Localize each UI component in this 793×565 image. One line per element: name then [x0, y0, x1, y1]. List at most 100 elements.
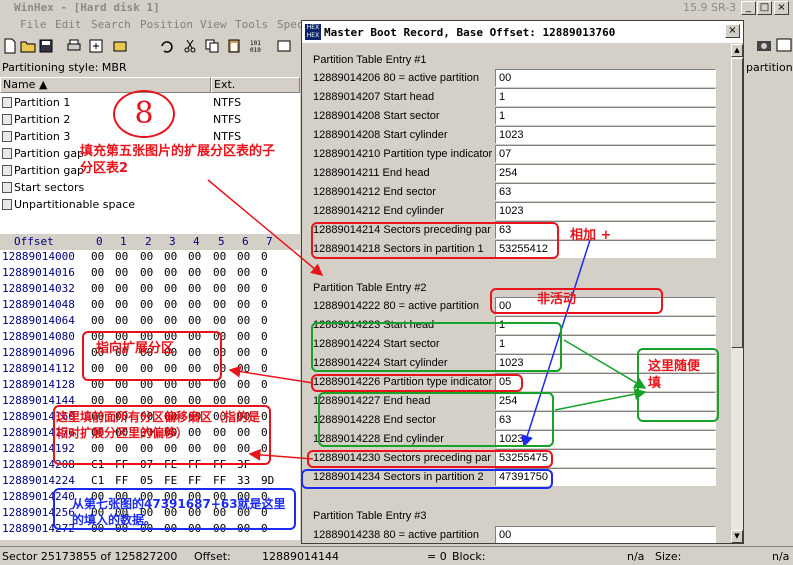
hex-row[interactable]: 12889014048 00 00 00 00 00 00 00 0	[0, 298, 300, 314]
field-input[interactable]: 1	[495, 88, 716, 106]
hex-byte[interactable]: 00	[237, 362, 250, 375]
hex-byte[interactable]: 00	[91, 250, 104, 263]
camera-icon[interactable]	[756, 38, 772, 52]
scroll-down-icon[interactable]: ▼	[731, 530, 743, 543]
hex-byte[interactable]: 00	[188, 282, 201, 295]
minimize-button[interactable]: _	[741, 1, 756, 15]
hex-byte[interactable]: 0	[261, 250, 268, 263]
copy-icon[interactable]	[204, 38, 220, 54]
cut-icon[interactable]	[182, 38, 198, 54]
hex-row[interactable]: 12889014016 00 00 00 00 00 00 00 0	[0, 266, 300, 282]
list-item[interactable]: Unpartitionable space	[0, 196, 300, 213]
hex-byte[interactable]: 00	[164, 298, 177, 311]
hex-byte[interactable]: 00	[188, 314, 201, 327]
hex-byte[interactable]: 00	[237, 314, 250, 327]
hex-byte[interactable]: 00	[213, 266, 226, 279]
hex-byte[interactable]: 00	[115, 282, 128, 295]
menu-file[interactable]: File	[20, 18, 47, 31]
field-input[interactable]: 254	[495, 164, 716, 182]
hex-byte[interactable]: 00	[237, 250, 250, 263]
hex-byte[interactable]: 00	[188, 250, 201, 263]
menu-view[interactable]: View	[200, 18, 227, 31]
hex-byte[interactable]: 00	[213, 250, 226, 263]
hex-byte[interactable]: 00	[91, 298, 104, 311]
hex-byte[interactable]: 00	[140, 298, 153, 311]
hex-byte[interactable]: 00	[115, 250, 128, 263]
maximize-button[interactable]: □	[757, 1, 772, 15]
hex-byte[interactable]: 00	[237, 346, 250, 359]
dialog-close-button[interactable]: ×	[725, 24, 740, 38]
menu-edit[interactable]: Edit	[55, 18, 82, 31]
undo-icon[interactable]	[158, 38, 174, 54]
scroll-up-icon[interactable]: ▲	[731, 44, 743, 57]
hex-byte[interactable]: 00	[140, 266, 153, 279]
hex-row[interactable]: 12889014000 00 00 00 00 00 00 00 0	[0, 250, 300, 266]
hex-byte[interactable]: FF	[115, 474, 128, 487]
hex-byte[interactable]: FF	[213, 474, 226, 487]
list-item[interactable]: Start sectors	[0, 179, 300, 196]
close-button[interactable]: ×	[774, 1, 789, 15]
hex-byte[interactable]: 0	[261, 378, 268, 391]
hex-byte[interactable]: 00	[237, 330, 250, 343]
hex-row[interactable]: 12889014064 00 00 00 00 00 00 00 0	[0, 314, 300, 330]
paste-icon[interactable]	[226, 38, 242, 54]
column-header-ext[interactable]: Ext.	[211, 77, 300, 93]
hex-byte[interactable]: 00	[91, 314, 104, 327]
properties-icon[interactable]	[88, 38, 104, 54]
hex-byte[interactable]: FF	[188, 474, 201, 487]
hex-byte[interactable]: 00	[213, 298, 226, 311]
print-icon[interactable]	[66, 38, 82, 54]
column-header-name[interactable]: Name ▲	[0, 77, 211, 93]
hex-byte[interactable]: 9D	[261, 474, 274, 487]
hex-byte[interactable]: 00	[164, 314, 177, 327]
hex-row[interactable]: 12889014032 00 00 00 00 00 00 00 0	[0, 282, 300, 298]
hex-byte[interactable]: 00	[140, 314, 153, 327]
hex-byte[interactable]: 00	[213, 314, 226, 327]
hex-byte[interactable]: 00	[237, 378, 250, 391]
save-icon[interactable]	[38, 38, 54, 54]
hex-icon[interactable]	[276, 38, 292, 54]
new-file-icon[interactable]	[2, 38, 18, 54]
hex-byte[interactable]: 00	[140, 282, 153, 295]
hex-byte[interactable]: 0	[261, 266, 268, 279]
hex-byte[interactable]: 0	[261, 282, 268, 295]
hex-byte[interactable]: 00	[91, 266, 104, 279]
dialog-scrollbar[interactable]: ▲ ▼	[731, 44, 743, 543]
partitions-tab[interactable]: partitions	[746, 61, 793, 74]
open-folder-icon[interactable]	[20, 38, 36, 54]
hex-byte[interactable]: 00	[115, 266, 128, 279]
hex-byte[interactable]: 00	[115, 298, 128, 311]
hex-byte[interactable]: 0	[261, 298, 268, 311]
hex-byte[interactable]: 00	[115, 314, 128, 327]
hex-byte[interactable]: 00	[213, 282, 226, 295]
field-input[interactable]: 00	[495, 526, 716, 543]
hex-byte[interactable]: 0	[261, 314, 268, 327]
field-input[interactable]: 63	[495, 183, 716, 201]
window-icon[interactable]	[776, 38, 792, 52]
field-input[interactable]: 07	[495, 145, 716, 163]
hex-byte[interactable]: 33	[237, 474, 250, 487]
hex-byte[interactable]: 00	[237, 298, 250, 311]
menu-specialist[interactable]: Spec	[277, 18, 304, 31]
hex-byte[interactable]: 0	[261, 346, 268, 359]
field-input[interactable]: 1023	[495, 202, 716, 220]
menu-search[interactable]: Search	[91, 18, 131, 31]
hex-byte[interactable]: 00	[237, 282, 250, 295]
hex-byte[interactable]: FE	[164, 474, 177, 487]
binary-icon[interactable]: 101010	[250, 38, 266, 54]
hex-byte[interactable]: 00	[140, 250, 153, 263]
hex-byte[interactable]: 0	[261, 362, 268, 375]
scroll-thumb[interactable]	[731, 58, 743, 348]
hex-byte[interactable]: 05	[140, 474, 153, 487]
hex-byte[interactable]: 00	[164, 266, 177, 279]
field-input[interactable]: 1	[495, 107, 716, 125]
hex-byte[interactable]: 00	[188, 298, 201, 311]
hex-byte[interactable]: 0	[261, 330, 268, 343]
hex-byte[interactable]: C1	[91, 474, 104, 487]
menu-tools[interactable]: Tools	[235, 18, 268, 31]
menu-position[interactable]: Position	[140, 18, 193, 31]
field-input[interactable]: 00	[495, 69, 716, 87]
hex-byte[interactable]: 00	[188, 266, 201, 279]
hex-byte[interactable]: 00	[91, 282, 104, 295]
field-input[interactable]: 1023	[495, 126, 716, 144]
